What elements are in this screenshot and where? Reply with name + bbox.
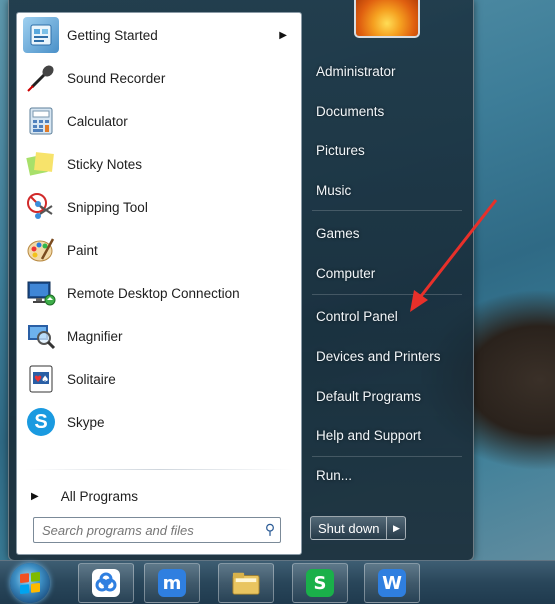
baidu-netdisk-icon [92,569,120,597]
start-orb-icon[interactable] [10,563,50,603]
taskbar-baidu-netdisk[interactable] [78,563,134,603]
taskbar: m S W [0,560,555,604]
wps-writer-icon: W [378,569,406,597]
taskbar-maxthon-browser[interactable]: m [144,563,200,603]
taskbar-file-explorer[interactable] [218,563,274,603]
maxthon-browser-icon: m [158,569,186,597]
taskbar-wps-spreadsheet[interactable]: S [292,563,348,603]
file-explorer-icon [232,569,260,597]
annotation-arrow [410,199,498,312]
windows-logo-icon [20,571,40,595]
taskbar-wps-writer[interactable]: W [364,563,420,603]
wps-spreadsheet-icon: S [306,569,334,597]
